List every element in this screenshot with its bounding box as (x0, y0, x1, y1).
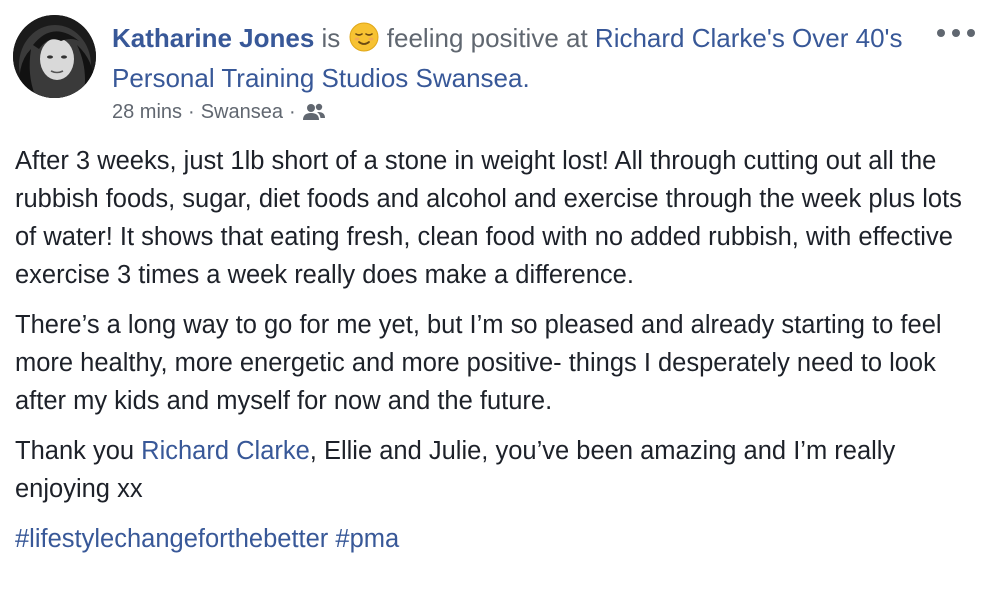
feed-post: Katharine Jones is feeling positive at R… (0, 0, 991, 606)
location-link[interactable]: Swansea (201, 98, 283, 126)
thanks-before: Thank you (15, 437, 142, 465)
more-options-icon[interactable] (937, 22, 975, 44)
verb-text: is (321, 23, 341, 53)
relieved-face-emoji-icon (349, 22, 379, 52)
timestamp-link[interactable]: 28 mins (112, 98, 182, 126)
hashtag-link[interactable]: #lifestylechangeforthebetter (15, 525, 328, 553)
post-paragraph-3: Thank you Richard Clarke, Ellie and Juli… (15, 432, 980, 508)
post-paragraph-2: There’s a long way to go for me yet, but… (15, 311, 942, 415)
post-paragraph-1: After 3 weeks, just 1lb short of a stone… (15, 147, 962, 289)
mention-link[interactable]: Richard Clarke (141, 437, 310, 465)
meta-separator: · (288, 101, 296, 123)
profile-photo (13, 15, 96, 98)
friends-icon[interactable] (302, 102, 326, 122)
meta-separator: · (188, 101, 195, 123)
post-header: Katharine Jones is feeling positive at R… (112, 18, 932, 98)
post-meta: 28 mins · Swansea · (112, 98, 326, 126)
hashtags: #lifestylechangeforthebetter #pma (15, 520, 980, 558)
feeling-text: feeling positive at (386, 23, 588, 53)
more-dot (952, 29, 960, 37)
actor-name-link[interactable]: Katharine Jones (112, 23, 314, 53)
post-body: After 3 weeks, just 1lb short of a stone… (15, 142, 980, 570)
more-dot (967, 29, 975, 37)
hashtag-link[interactable]: #pma (335, 525, 399, 553)
avatar[interactable] (13, 15, 96, 98)
more-dot (937, 29, 945, 37)
